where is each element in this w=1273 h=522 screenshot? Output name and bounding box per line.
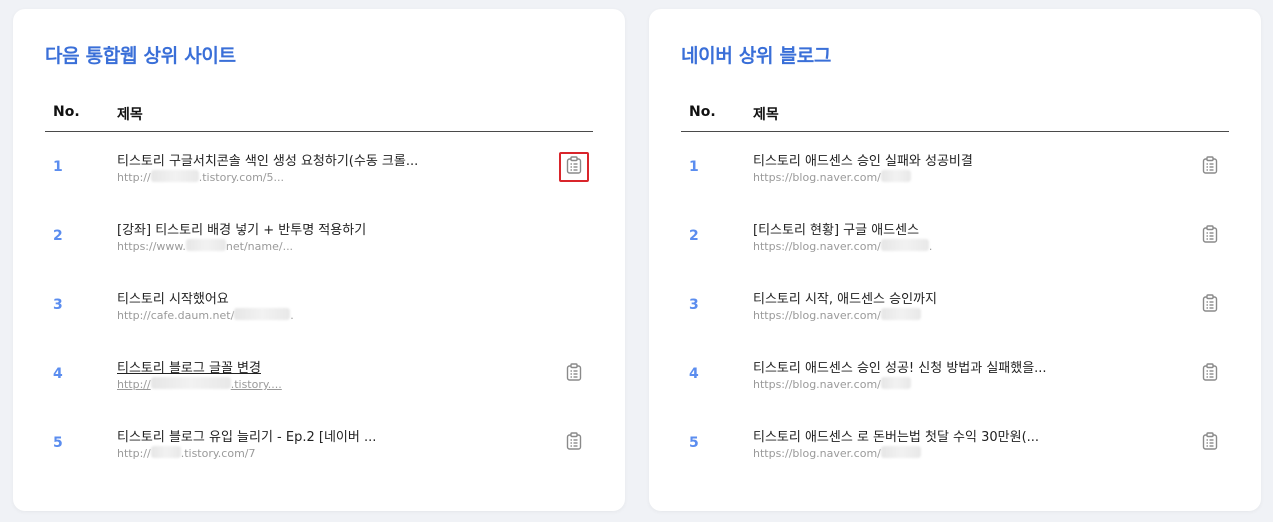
row-url[interactable]: https://blog.naver.com/ — [753, 308, 921, 322]
copy-button[interactable] — [1195, 152, 1225, 182]
row-number: 2 — [689, 228, 699, 244]
row-number: 1 — [53, 159, 63, 175]
table-row: 1 티스토리 애드센스 승인 실패와 성공비결 https://blog.nav… — [681, 132, 1229, 201]
row-title-link[interactable]: 티스토리 시작, 애드센스 승인까지 — [753, 288, 937, 307]
row-url[interactable]: https://blog.naver.com/. — [753, 239, 932, 253]
column-header-no: No. — [53, 104, 80, 120]
row-url[interactable]: http:// .tistory.com/7 — [117, 446, 256, 460]
row-title-link[interactable]: [강좌] 티스토리 배경 넣기 + 반투명 적용하기 — [117, 219, 366, 238]
column-header-title: 제목 — [753, 107, 779, 123]
row-title-link[interactable]: 티스토리 애드센스 로 돈버는법 첫달 수익 30만원(... — [753, 426, 1039, 445]
table-header: No. 제목 — [45, 97, 593, 132]
row-url[interactable]: http:// .tistory.... — [117, 377, 282, 391]
row-title-link[interactable]: 티스토리 애드센스 승인 성공! 신청 방법과 실패했을... — [753, 357, 1047, 376]
row-number: 5 — [53, 435, 63, 451]
row-title-link[interactable]: 티스토리 시작했어요 — [117, 288, 229, 307]
table-row: 5 티스토리 애드센스 로 돈버는법 첫달 수익 30만원(... https:… — [681, 408, 1229, 477]
url-prefix: http://cafe.daum.net/ — [117, 309, 235, 322]
row-url[interactable]: http://cafe.daum.net/. — [117, 308, 294, 322]
clipboard-icon — [1202, 363, 1218, 385]
url-suffix: . — [928, 240, 933, 253]
copy-button[interactable] — [1195, 221, 1225, 251]
url-prefix: http:// — [117, 378, 151, 391]
url-suffix: .tistory.com/5... — [198, 171, 284, 184]
redacted-segment — [150, 377, 231, 389]
row-title-link[interactable]: [티스토리 현황] 구글 애드센스 — [753, 219, 919, 238]
redacted-segment — [185, 239, 226, 251]
copy-button[interactable] — [1195, 359, 1225, 389]
panel-title: 네이버 상위 블로그 — [681, 45, 832, 67]
redacted-segment — [150, 170, 199, 182]
table-row: 4 티스토리 애드센스 승인 성공! 신청 방법과 실패했을... https:… — [681, 339, 1229, 408]
copy-button[interactable] — [1195, 290, 1225, 320]
redacted-segment — [150, 446, 181, 458]
row-title-link[interactable]: 티스토리 블로그 유입 늘리기 - Ep.2 [네이버 ... — [117, 426, 376, 445]
url-prefix: https://blog.naver.com/ — [753, 171, 881, 184]
row-number: 3 — [689, 297, 699, 313]
row-number: 2 — [53, 228, 63, 244]
clipboard-icon — [1202, 294, 1218, 316]
column-header-no: No. — [689, 104, 716, 120]
url-suffix: .tistory.... — [230, 378, 282, 391]
row-number: 1 — [689, 159, 699, 175]
copy-button[interactable] — [559, 152, 589, 182]
table-row: 4 티스토리 블로그 글꼴 변경 http:// .tistory.... — [45, 339, 593, 408]
url-prefix: https://blog.naver.com/ — [753, 309, 881, 322]
clipboard-icon — [1202, 432, 1218, 454]
row-number: 4 — [689, 366, 699, 382]
url-prefix: http:// — [117, 447, 151, 460]
row-url[interactable]: http:// .tistory.com/5... — [117, 170, 284, 184]
clipboard-icon — [1202, 156, 1218, 178]
url-prefix: https://www. — [117, 240, 186, 253]
results-table: No. 제목 1 티스토리 애드센스 승인 실패와 성공비결 https://b… — [681, 97, 1229, 477]
table-row: 2 [강좌] 티스토리 배경 넣기 + 반투명 적용하기 https://www… — [45, 201, 593, 270]
table-row: 5 티스토리 블로그 유입 늘리기 - Ep.2 [네이버 ... http:/… — [45, 408, 593, 477]
redacted-segment — [880, 239, 929, 251]
table-row: 3 티스토리 시작했어요 http://cafe.daum.net/. — [45, 270, 593, 339]
url-suffix: .tistory.com/7 — [180, 447, 256, 460]
results-table: No. 제목 1 티스토리 구글서치콘솔 색인 생성 요청하기(수동 크롤...… — [45, 97, 593, 477]
table-header: No. 제목 — [681, 97, 1229, 132]
row-title-link[interactable]: 티스토리 블로그 글꼴 변경 — [117, 357, 261, 376]
row-url[interactable]: https://www. net/name/... — [117, 239, 293, 253]
url-suffix: . — [290, 309, 294, 322]
clipboard-icon — [1202, 225, 1218, 247]
row-title-link[interactable]: 티스토리 애드센스 승인 실패와 성공비결 — [753, 150, 973, 169]
redacted-segment — [880, 308, 921, 320]
redacted-segment — [234, 308, 291, 320]
url-suffix: net/name/... — [225, 240, 294, 253]
row-title-link[interactable]: 티스토리 구글서치콘솔 색인 생성 요청하기(수동 크롤... — [117, 150, 418, 169]
row-url[interactable]: https://blog.naver.com/ — [753, 377, 911, 391]
row-number: 4 — [53, 366, 63, 382]
naver-top-blogs-panel: 네이버 상위 블로그 No. 제목 1 티스토리 애드센스 승인 실패와 성공비… — [649, 9, 1261, 511]
column-header-title: 제목 — [117, 107, 143, 123]
row-number: 5 — [689, 435, 699, 451]
copy-button[interactable] — [559, 428, 589, 458]
row-url[interactable]: https://blog.naver.com/ — [753, 170, 911, 184]
table-row: 3 티스토리 시작, 애드센스 승인까지 https://blog.naver.… — [681, 270, 1229, 339]
table-row: 1 티스토리 구글서치콘솔 색인 생성 요청하기(수동 크롤... http:/… — [45, 132, 593, 201]
url-prefix: https://blog.naver.com/ — [753, 378, 881, 391]
url-prefix: https://blog.naver.com/ — [753, 240, 881, 253]
clipboard-icon — [566, 156, 582, 178]
row-url[interactable]: https://blog.naver.com/ — [753, 446, 921, 460]
copy-button[interactable] — [1195, 428, 1225, 458]
copy-button[interactable] — [559, 359, 589, 389]
redacted-segment — [880, 377, 911, 389]
row-number: 3 — [53, 297, 63, 313]
clipboard-icon — [566, 363, 582, 385]
table-row: 2 [티스토리 현황] 구글 애드센스 https://blog.naver.c… — [681, 201, 1229, 270]
redacted-segment — [880, 446, 921, 458]
clipboard-icon — [566, 432, 582, 454]
daum-top-sites-panel: 다음 통합웹 상위 사이트 No. 제목 1 티스토리 구글서치콘솔 색인 생성… — [13, 9, 625, 511]
url-prefix: https://blog.naver.com/ — [753, 447, 881, 460]
redacted-segment — [880, 170, 911, 182]
url-prefix: http:// — [117, 171, 151, 184]
panel-title: 다음 통합웹 상위 사이트 — [45, 45, 236, 67]
